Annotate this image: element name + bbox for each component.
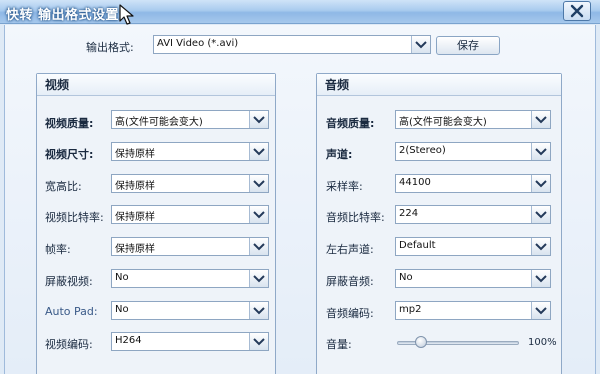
output-format-select[interactable]: AVI Video (*.avi)	[153, 35, 431, 54]
chevron-down-icon	[535, 147, 547, 155]
disable-audio-value: No	[399, 272, 413, 283]
dropdown-button[interactable]	[249, 270, 268, 287]
mouse-pointer-icon	[119, 4, 134, 25]
video-size-label: 视频尺寸:	[45, 148, 94, 161]
video-quality-select[interactable]: 高(文件可能会变大)	[111, 110, 269, 129]
dropdown-button[interactable]	[531, 143, 550, 160]
chevron-down-icon	[415, 40, 427, 48]
channel-select[interactable]: 2(Stereo)	[395, 142, 551, 161]
chevron-down-icon	[253, 147, 265, 155]
chevron-down-icon	[253, 210, 265, 218]
frame-rate-select[interactable]: 保持原样	[111, 237, 269, 256]
video-codec-value: H264	[115, 335, 142, 346]
close-button[interactable]	[563, 1, 591, 21]
video-codec-label: 视频编码:	[45, 338, 93, 351]
sample-rate-label: 采样率:	[326, 180, 363, 193]
output-format-value: AVI Video (*.avi)	[157, 38, 239, 49]
audio-codec-label: 音频编码:	[326, 307, 374, 320]
chevron-down-icon	[253, 242, 265, 250]
chevron-down-icon	[253, 274, 265, 282]
dropdown-button[interactable]	[531, 238, 550, 255]
dropdown-button[interactable]	[249, 175, 268, 192]
audio-quality-value: 高(文件可能会变大)	[399, 117, 487, 128]
dropdown-button[interactable]	[249, 143, 268, 160]
chevron-down-icon	[253, 115, 265, 123]
stereo-channel-select[interactable]: Default	[395, 237, 551, 256]
dropdown-button[interactable]	[249, 302, 268, 319]
video-codec-select[interactable]: H264	[111, 332, 269, 351]
audio-group-title: 音频	[317, 74, 561, 96]
video-size-select[interactable]: 保持原样	[111, 142, 269, 161]
video-group-title: 视频	[37, 74, 275, 96]
dropdown-button[interactable]	[249, 111, 268, 128]
chevron-down-icon	[253, 306, 265, 314]
dropdown-button[interactable]	[531, 302, 550, 319]
stereo-channel-label: 左右声道:	[326, 243, 374, 256]
auto-pad-value: No	[115, 304, 129, 315]
dropdown-button[interactable]	[249, 238, 268, 255]
save-button[interactable]: 保存	[436, 36, 500, 55]
channel-label: 声道:	[326, 148, 353, 161]
video-bitrate-select[interactable]: 保持原样	[111, 205, 269, 224]
dropdown-button[interactable]	[249, 333, 268, 350]
chevron-down-icon	[535, 179, 547, 187]
audio-codec-select[interactable]: mp2	[395, 301, 551, 320]
stereo-channel-value: Default	[399, 240, 436, 251]
audio-bitrate-label: 音频比特率:	[326, 211, 385, 224]
auto-pad-select[interactable]: No	[111, 301, 269, 320]
video-bitrate-label: 视频比特率:	[45, 211, 104, 224]
auto-pad-label: Auto Pad:	[45, 305, 98, 318]
close-icon	[570, 4, 584, 18]
sample-rate-value: 44100	[399, 177, 431, 188]
chevron-down-icon	[253, 179, 265, 187]
frame-rate-label: 帧率:	[45, 243, 71, 256]
dropdown-button[interactable]	[411, 36, 430, 53]
volume-value: 100%	[528, 337, 557, 348]
video-quality-label: 视频质量:	[45, 117, 94, 130]
chevron-down-icon	[535, 115, 547, 123]
disable-audio-select[interactable]: No	[395, 269, 551, 288]
chevron-down-icon	[535, 210, 547, 218]
chevron-down-icon	[535, 242, 547, 250]
chevron-down-icon	[535, 274, 547, 282]
audio-quality-label: 音频质量:	[326, 117, 375, 130]
chevron-down-icon	[253, 337, 265, 345]
window-title: 快转 输出格式设置	[6, 8, 120, 23]
aspect-ratio-label: 宽高比:	[45, 180, 82, 193]
audio-quality-select[interactable]: 高(文件可能会变大)	[395, 110, 551, 129]
video-size-value: 保持原样	[115, 149, 155, 160]
dropdown-button[interactable]	[531, 206, 550, 223]
audio-bitrate-value: 224	[399, 208, 419, 219]
aspect-ratio-value: 保持原样	[115, 181, 155, 192]
dropdown-button[interactable]	[531, 175, 550, 192]
video-quality-value: 高(文件可能会变大)	[115, 117, 203, 128]
dropdown-button[interactable]	[531, 111, 550, 128]
title-bar: 快转 输出格式设置	[0, 0, 600, 24]
aspect-ratio-select[interactable]: 保持原样	[111, 174, 269, 193]
video-bitrate-value: 保持原样	[115, 212, 155, 223]
disable-video-value: No	[115, 272, 129, 283]
disable-audio-label: 屏蔽音频:	[326, 275, 374, 288]
audio-codec-value: mp2	[399, 304, 422, 315]
sample-rate-select[interactable]: 44100	[395, 174, 551, 193]
channel-value: 2(Stereo)	[399, 145, 446, 156]
volume-slider-handle[interactable]	[415, 336, 427, 348]
output-format-label: 输出格式:	[86, 41, 134, 54]
disable-video-label: 屏蔽视频:	[45, 275, 93, 288]
dropdown-button[interactable]	[249, 206, 268, 223]
disable-video-select[interactable]: No	[111, 269, 269, 288]
chevron-down-icon	[535, 306, 547, 314]
dropdown-button[interactable]	[531, 270, 550, 287]
frame-rate-value: 保持原样	[115, 244, 155, 255]
volume-label: 音量:	[326, 338, 352, 351]
audio-bitrate-select[interactable]: 224	[395, 205, 551, 224]
